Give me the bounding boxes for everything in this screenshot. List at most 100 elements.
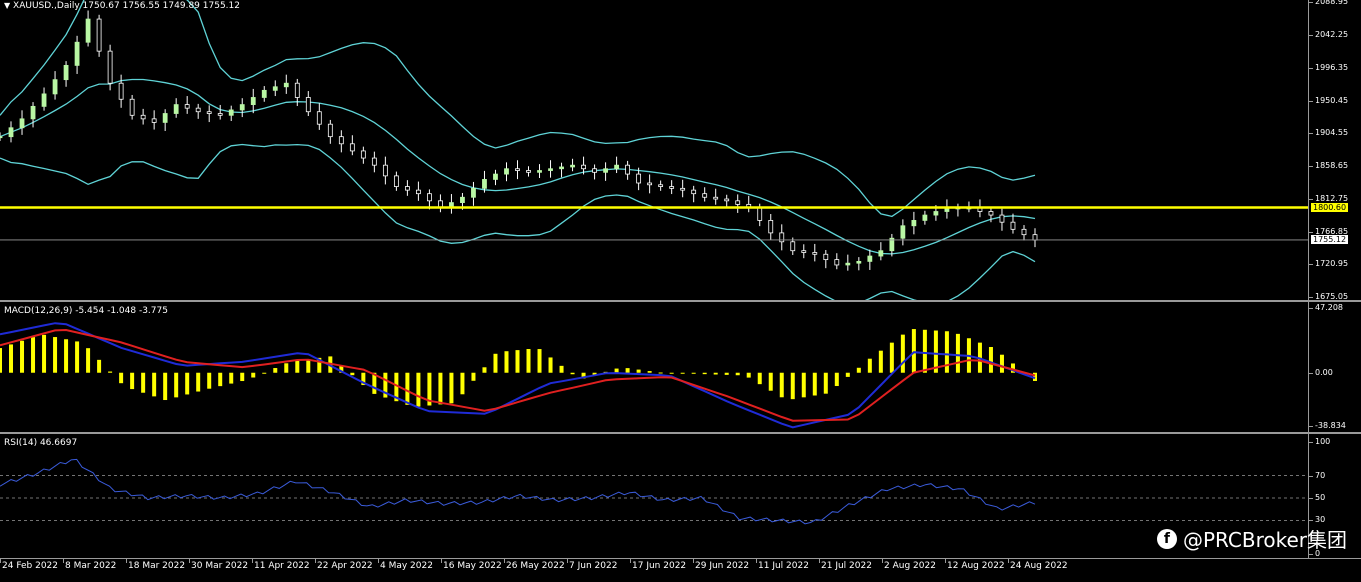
macd-histogram-bar	[845, 372, 850, 377]
macd-histogram-bar	[20, 340, 25, 373]
macd-histogram-bar	[229, 372, 234, 384]
candle-body	[911, 220, 917, 227]
macd-histogram-bar	[152, 372, 157, 397]
watermark-text: @PRCBroker集团	[1182, 528, 1347, 552]
candle-body	[85, 18, 91, 43]
candle-body	[669, 186, 675, 189]
candle-body	[393, 175, 399, 187]
candle-body	[118, 82, 124, 100]
macd-histogram-bar	[834, 372, 839, 387]
macd-histogram-bar	[163, 372, 168, 401]
macd-histogram-bar	[482, 367, 487, 373]
watermark: f @PRCBroker集团	[1156, 524, 1347, 553]
macd-histogram-bar	[790, 372, 795, 400]
macd-histogram-bar	[856, 367, 861, 373]
macd-histogram-bar	[240, 372, 245, 382]
price-chart-pane[interactable]: ▼ XAUUSD.,Daily 1750.67 1756.55 1749.89 …	[0, 0, 1308, 300]
macd-histogram-bar	[658, 372, 663, 374]
candle-body	[195, 107, 201, 113]
price-chart	[0, 0, 1308, 300]
macd-histogram-bar	[174, 372, 179, 398]
candle-body	[614, 164, 619, 170]
date-tick-label: 29 Jun 2022	[695, 561, 750, 571]
price-tick-mark	[1309, 166, 1313, 168]
rsi-tick-mark	[1309, 475, 1313, 477]
candle-body	[999, 214, 1005, 223]
candle-body	[625, 164, 631, 175]
candle-body	[735, 200, 741, 205]
date-tick-label: 22 Apr 2022	[317, 561, 373, 571]
rsi-tick-label: 100	[1315, 437, 1331, 446]
candle-body	[482, 179, 487, 189]
macd-histogram-bar	[922, 329, 927, 373]
symbol-ohlc-text: XAUUSD.,Daily 1750.67 1756.55 1749.89 17…	[13, 1, 240, 11]
candle-body	[63, 64, 69, 81]
candle-body	[74, 41, 80, 66]
macd-histogram-bar	[669, 372, 674, 374]
macd-histogram-bar	[691, 372, 696, 374]
date-tick-label: 26 May 2022	[506, 561, 565, 571]
collapse-triangle-icon[interactable]: ▼	[4, 1, 10, 10]
candle-body	[834, 259, 840, 266]
macd-histogram-bar	[867, 358, 872, 373]
price-chart-header: ▼ XAUUSD.,Daily 1750.67 1756.55 1749.89 …	[4, 1, 240, 11]
macd-histogram-bar	[911, 329, 916, 373]
price-axis[interactable]: 2088.95 2042.25 1996.35 1950.45 1904.55 1858.…	[1308, 0, 1361, 301]
date-tick-label: 2 Aug 2022	[884, 561, 936, 571]
date-tick-mark	[756, 559, 757, 563]
candle-body	[19, 118, 25, 129]
price-tick-label: 2042.25	[1315, 30, 1349, 40]
macd-histogram-bar	[526, 349, 531, 373]
candle-body	[327, 123, 333, 138]
rsi-line	[0, 458, 1036, 525]
candle-body	[0, 136, 3, 139]
candle-body	[96, 18, 102, 52]
candle-body	[592, 168, 597, 173]
macd-histogram-bar	[636, 369, 641, 373]
macd-tick-mark	[1309, 426, 1313, 427]
macd-pane[interactable]: MACD(12,26,9) -5.454 -1.048 -3.775	[0, 302, 1308, 432]
rsi-pane[interactable]: RSI(14) 46.6697	[0, 434, 1308, 558]
date-axis[interactable]: 24 Feb 2022 8 Mar 2022 18 Mar 2022 30 Mar 2…	[0, 558, 1361, 582]
candle-body	[724, 198, 730, 202]
candle-body	[548, 168, 553, 171]
candle-body	[151, 118, 157, 123]
price-tick-label: 1950.45	[1315, 95, 1349, 105]
date-tick-mark	[882, 559, 883, 563]
candle-body	[691, 189, 697, 195]
date-tick-mark	[189, 559, 190, 563]
macd-histogram-bar	[823, 372, 828, 394]
candle-body	[900, 225, 906, 239]
macd-histogram-bar	[251, 372, 256, 378]
price-tick-label: 2088.95	[1315, 0, 1349, 6]
candle-body	[239, 104, 245, 111]
facebook-icon: f	[1156, 528, 1177, 549]
macd-histogram-bar	[130, 372, 135, 390]
candle-body	[184, 104, 190, 109]
macd-histogram-bar	[570, 372, 575, 375]
date-tick-label: 12 Aug 2022	[947, 561, 1005, 571]
candle-body	[316, 111, 322, 125]
macd-histogram-bar	[108, 371, 113, 373]
macd-histogram-bar	[262, 372, 267, 374]
macd-axis[interactable]: 47.208 0.00 -38.834	[1308, 302, 1361, 432]
date-tick-mark	[126, 559, 127, 563]
candle-body	[823, 253, 829, 261]
macd-tick-label: 47.208	[1315, 303, 1343, 312]
rsi-tick-mark	[1309, 498, 1313, 499]
macd-histogram-bar	[548, 357, 553, 373]
macd-histogram-bar	[53, 337, 58, 373]
macd-histogram-bar	[31, 337, 36, 373]
rsi-tick-label: 70	[1315, 470, 1326, 480]
candle-body	[30, 105, 36, 120]
macd-histogram-bar	[779, 372, 784, 398]
candle-body	[988, 211, 994, 216]
date-tick-label: 18 Mar 2022	[128, 561, 186, 571]
date-tick-label: 16 May 2022	[443, 561, 502, 571]
price-tick-label: 1904.55	[1315, 128, 1349, 138]
candle-body	[460, 196, 465, 203]
macd-tick-mark	[1309, 372, 1313, 374]
candle-body	[647, 182, 653, 186]
level-price-tag: 1800.60	[1311, 202, 1349, 212]
macd-histogram-bar	[9, 344, 14, 373]
